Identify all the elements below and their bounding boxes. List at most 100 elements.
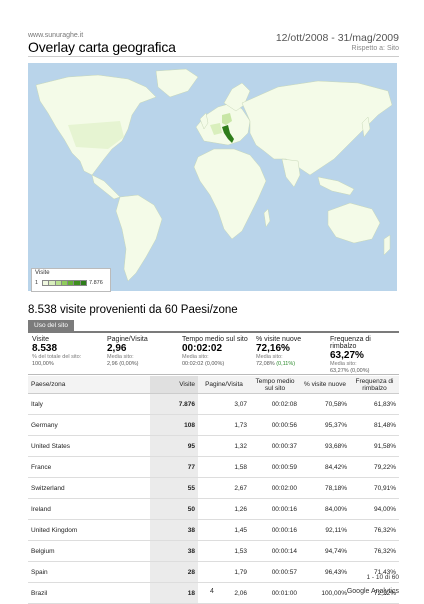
summary-label: Pagine/Visita bbox=[107, 336, 148, 343]
table-row: Belgium 38 1,53 00:00:14 94,74% 76,32% bbox=[28, 540, 399, 562]
legend-color-scale bbox=[42, 280, 87, 286]
table-row: Ireland 50 1,26 00:00:16 84,00% 94,00% bbox=[28, 498, 399, 520]
country-link[interactable]: Switzerland bbox=[28, 477, 150, 499]
cell-new-visits: 84,00% bbox=[300, 498, 350, 520]
cell-new-visits: 78,18% bbox=[300, 477, 350, 499]
pagination-label[interactable]: 1 - 10 di 60 bbox=[366, 574, 399, 581]
summary-sub-pct: (0,00%) bbox=[350, 367, 370, 374]
cell-avg-time: 00:00:16 bbox=[250, 519, 300, 541]
summary-label: Frequenza di rimbalzo bbox=[330, 336, 371, 350]
cell-pages-per-visit: 1,32 bbox=[198, 435, 250, 457]
cell-visits: 55 bbox=[150, 477, 198, 499]
summary-label: Tempo medio sul sito bbox=[182, 336, 248, 343]
summary-value: 8.538 bbox=[32, 343, 58, 354]
col-header-country[interactable]: Paese/zona bbox=[28, 376, 150, 394]
legend-title: Visite bbox=[35, 270, 50, 276]
cell-avg-time: 00:02:08 bbox=[250, 393, 300, 415]
legend-swatch bbox=[79, 280, 87, 286]
table-header-row: Paese/zona Visite Pagine/Visita Tempo me… bbox=[28, 376, 399, 394]
cell-visits: 18 bbox=[150, 582, 198, 604]
cell-new-visits: 96,43% bbox=[300, 561, 350, 583]
col-header-bounce-rate[interactable]: Frequenza di rimbalzo bbox=[350, 376, 399, 394]
country-link[interactable]: Ireland bbox=[28, 498, 150, 520]
cell-avg-time: 00:00:59 bbox=[250, 456, 300, 478]
cell-visits: 28 bbox=[150, 561, 198, 583]
country-link[interactable]: Italy bbox=[28, 393, 150, 415]
summary-bounce-rate: Frequenza di rimbalzo 63,27% Media sito:… bbox=[326, 334, 399, 374]
col-header-visits[interactable]: Visite bbox=[150, 376, 198, 394]
table-row: Spain 28 1,79 00:00:57 96,43% 71,43% bbox=[28, 561, 399, 583]
cell-bounce-rate: 91,58% bbox=[350, 435, 399, 457]
summary-sub-value: 00:02:02 bbox=[182, 360, 204, 367]
summary-sub-value: 100,00% bbox=[32, 360, 54, 367]
country-link[interactable]: Spain bbox=[28, 561, 150, 583]
cell-bounce-rate: 76,32% bbox=[350, 519, 399, 541]
cell-bounce-rate: 61,83% bbox=[350, 393, 399, 415]
col-header-new-visits[interactable]: % visite nuove bbox=[300, 376, 350, 394]
footer-brand: Google Analytics bbox=[346, 588, 399, 595]
world-map[interactable] bbox=[28, 63, 397, 291]
summary-label: Visite bbox=[32, 336, 49, 343]
cell-visits: 7.876 bbox=[150, 393, 198, 415]
country-link[interactable]: Brazil bbox=[28, 582, 150, 604]
map-legend: Visite 1 7.876 bbox=[31, 268, 111, 292]
cell-pages-per-visit: 1,79 bbox=[198, 561, 250, 583]
cell-avg-time: 00:01:00 bbox=[250, 582, 300, 604]
cell-avg-time: 00:00:37 bbox=[250, 435, 300, 457]
summary-value: 2,96 bbox=[107, 343, 127, 354]
country-link[interactable]: United States bbox=[28, 435, 150, 457]
summary-sub-value: 63,27% bbox=[330, 367, 349, 374]
page-number: 4 bbox=[210, 588, 214, 595]
date-range[interactable]: 12/ott/2008 - 31/mag/2009 bbox=[276, 32, 399, 44]
table-row: France 77 1,58 00:00:59 84,42% 79,22% bbox=[28, 456, 399, 478]
table-row: Switzerland 55 2,67 00:02:00 78,18% 70,9… bbox=[28, 477, 399, 499]
legend-min: 1 bbox=[35, 280, 39, 286]
summary-pages-per-visit: Pagine/Visita 2,96 Media sito: 2,96 (0,0… bbox=[103, 334, 178, 374]
cell-pages-per-visit: 2,06 bbox=[198, 582, 250, 604]
col-header-avg-time[interactable]: Tempo medio sul sito bbox=[250, 376, 300, 394]
tab-underline bbox=[28, 331, 399, 333]
cell-visits: 38 bbox=[150, 519, 198, 541]
cell-pages-per-visit: 1,53 bbox=[198, 540, 250, 562]
country-link[interactable]: France bbox=[28, 456, 150, 478]
cell-avg-time: 00:00:57 bbox=[250, 561, 300, 583]
summary-visits: Visite 8.538 % del totale del sito: 100,… bbox=[28, 334, 103, 374]
cell-bounce-rate: 70,91% bbox=[350, 477, 399, 499]
country-table: Paese/zona Visite Pagine/Visita Tempo me… bbox=[28, 376, 399, 604]
legend-max: 7.876 bbox=[89, 280, 103, 286]
site-url: www.sunuraghe.it bbox=[28, 32, 84, 39]
cell-avg-time: 00:00:14 bbox=[250, 540, 300, 562]
cell-new-visits: 84,42% bbox=[300, 456, 350, 478]
summary-metrics: Visite 8.538 % del totale del sito: 100,… bbox=[28, 334, 399, 375]
cell-bounce-rate: 94,00% bbox=[350, 498, 399, 520]
visits-summary-title: 8.538 visite provenienti da 60 Paesi/zon… bbox=[28, 304, 238, 316]
table-row: United Kingdom 38 1,45 00:00:16 92,11% 7… bbox=[28, 519, 399, 541]
cell-avg-time: 00:00:16 bbox=[250, 498, 300, 520]
cell-visits: 50 bbox=[150, 498, 198, 520]
summary-sub-value: 72,08% bbox=[256, 360, 275, 367]
cell-pages-per-visit: 1,26 bbox=[198, 498, 250, 520]
table-row: United States 95 1,32 00:00:37 93,68% 91… bbox=[28, 435, 399, 457]
header-divider bbox=[28, 56, 399, 57]
country-link[interactable]: Belgium bbox=[28, 540, 150, 562]
col-header-pages-per-visit[interactable]: Pagine/Visita bbox=[198, 376, 250, 394]
cell-pages-per-visit: 3,07 bbox=[198, 393, 250, 415]
cell-bounce-rate: 81,48% bbox=[350, 414, 399, 436]
cell-new-visits: 92,11% bbox=[300, 519, 350, 541]
cell-pages-per-visit: 1,58 bbox=[198, 456, 250, 478]
summary-sub-pct: (0,11%) bbox=[276, 360, 296, 367]
cell-new-visits: 93,68% bbox=[300, 435, 350, 457]
world-map-svg bbox=[28, 63, 397, 291]
cell-bounce-rate: 76,32% bbox=[350, 540, 399, 562]
country-link[interactable]: United Kingdom bbox=[28, 519, 150, 541]
cell-pages-per-visit: 1,45 bbox=[198, 519, 250, 541]
cell-avg-time: 00:00:56 bbox=[250, 414, 300, 436]
cell-bounce-rate: 79,22% bbox=[350, 456, 399, 478]
summary-sub-pct: (0,00%) bbox=[204, 360, 225, 367]
page-title: Overlay carta geografica bbox=[28, 39, 176, 55]
cell-visits: 77 bbox=[150, 456, 198, 478]
cell-pages-per-visit: 2,67 bbox=[198, 477, 250, 499]
australia bbox=[327, 202, 381, 244]
country-link[interactable]: Germany bbox=[28, 414, 150, 436]
table-row: Germany 108 1,73 00:00:56 95,37% 81,48% bbox=[28, 414, 399, 436]
